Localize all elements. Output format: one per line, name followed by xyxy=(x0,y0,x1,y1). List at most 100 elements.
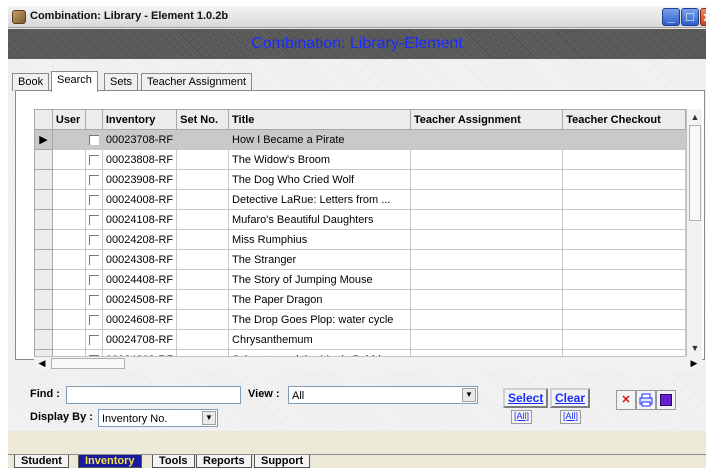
scroll-left-arrow-icon[interactable]: ◀ xyxy=(35,357,49,370)
tab-search[interactable]: Search xyxy=(51,71,98,92)
row-selector[interactable] xyxy=(34,229,53,250)
row-checkbox[interactable] xyxy=(88,214,99,225)
checkbox-cell xyxy=(84,229,103,250)
tab-teacher-assignment[interactable]: Teacher Assignment xyxy=(141,73,253,91)
row-checkbox[interactable] xyxy=(88,174,99,185)
table-row[interactable]: 00023808-RF The Widow's Broom xyxy=(34,149,686,170)
row-selector[interactable] xyxy=(34,289,53,310)
teacher-checkout-cell xyxy=(562,329,686,350)
table-row[interactable]: 00024508-RF The Paper Dragon xyxy=(34,289,686,310)
row-checkbox[interactable] xyxy=(88,194,99,205)
title-cell: The Paper Dragon xyxy=(228,289,411,310)
clear-all-button[interactable]: [All] xyxy=(560,410,582,424)
column-header-title[interactable]: Title xyxy=(228,109,411,130)
teacher-checkout-cell xyxy=(562,289,686,310)
find-input[interactable] xyxy=(66,386,241,404)
inventory-cell: 00024608-RF xyxy=(101,309,178,330)
table-row[interactable]: 00024208-RF Miss Rumphius xyxy=(34,229,686,250)
tab-book[interactable]: Book xyxy=(12,73,50,91)
user-cell xyxy=(51,129,86,150)
row-checkbox[interactable] xyxy=(88,294,99,305)
close-button[interactable]: x xyxy=(700,8,706,26)
row-selector[interactable] xyxy=(34,169,53,190)
title-cell: Mufaro's Beautiful Daughters xyxy=(228,209,411,230)
horizontal-scrollbar[interactable]: ◀ xyxy=(34,356,686,370)
row-checkbox[interactable] xyxy=(88,334,99,345)
inventory-cell: 00024708-RF xyxy=(101,329,178,350)
select-button[interactable]: Select xyxy=(503,388,549,408)
column-header-teacher-assignment[interactable]: Teacher Assignment xyxy=(409,109,564,130)
table-row[interactable]: 00024008-RF Detective LaRue: Letters from… xyxy=(34,189,686,210)
column-header-set-no[interactable]: Set No. xyxy=(176,109,230,130)
set-no-cell xyxy=(176,249,230,270)
checkbox-cell xyxy=(84,309,103,330)
clear-button[interactable]: Clear xyxy=(550,388,591,408)
teacher-assignment-cell xyxy=(409,189,564,210)
vertical-scrollbar[interactable]: ▲ ▼ xyxy=(686,109,702,356)
column-header-inventory[interactable]: Inventory xyxy=(101,109,178,130)
row-checkbox[interactable] xyxy=(88,154,99,165)
set-no-cell xyxy=(176,309,230,330)
title-cell: Miss Rumphius xyxy=(228,229,411,250)
row-selector[interactable] xyxy=(34,189,53,210)
table-row[interactable]: 00024308-RF The Stranger xyxy=(34,249,686,270)
chevron-down-icon[interactable]: ▼ xyxy=(462,388,476,402)
table-row[interactable]: 00024608-RF The Drop Goes Plop: water cyc… xyxy=(34,309,686,330)
row-selector[interactable] xyxy=(34,249,53,270)
set-no-cell xyxy=(176,269,230,290)
vertical-scroll-thumb[interactable] xyxy=(689,125,701,221)
title-bar[interactable]: Combination: Library - Element 1.0.2b _ … xyxy=(8,6,706,28)
tab-sets[interactable]: Sets xyxy=(104,73,139,91)
row-selector[interactable] xyxy=(34,329,53,350)
title-cell: The Dog Who Cried Wolf xyxy=(228,169,411,190)
column-header-user[interactable]: User xyxy=(51,109,86,130)
scroll-right-arrow-icon[interactable]: ▶ xyxy=(686,356,702,370)
column-header-checkbox[interactable] xyxy=(84,109,103,130)
row-checkbox[interactable] xyxy=(88,314,99,325)
delete-icon[interactable]: ✕ xyxy=(616,390,636,410)
row-checkbox[interactable] xyxy=(88,234,99,245)
row-selector[interactable] xyxy=(34,269,53,290)
teacher-checkout-cell xyxy=(562,129,686,150)
select-all-button[interactable]: [All] xyxy=(511,410,533,424)
inventory-cell: 00024408-RF xyxy=(101,269,178,290)
row-selector[interactable] xyxy=(34,149,53,170)
row-selector[interactable] xyxy=(34,309,53,330)
scroll-down-arrow-icon[interactable]: ▼ xyxy=(688,341,702,355)
inventory-cell: 00024308-RF xyxy=(101,249,178,270)
nav-tab-tools[interactable]: Tools xyxy=(152,455,195,468)
column-header-teacher-checkout[interactable]: Teacher Checkout xyxy=(562,109,686,130)
table-row[interactable]: 00024108-RF Mufaro's Beautiful Daughters xyxy=(34,209,686,230)
horizontal-scroll-thumb[interactable] xyxy=(51,358,125,369)
scroll-up-arrow-icon[interactable]: ▲ xyxy=(688,110,702,124)
row-checkbox[interactable] xyxy=(88,274,99,285)
nav-tab-support[interactable]: Support xyxy=(254,455,311,468)
row-selector-header xyxy=(34,109,53,130)
print-icon[interactable] xyxy=(636,390,656,410)
user-cell xyxy=(51,309,86,330)
color-swatch-icon[interactable] xyxy=(656,390,676,410)
nav-tab-student[interactable]: Student xyxy=(14,455,69,468)
table-row[interactable]: 00024408-RF The Story of Jumping Mouse xyxy=(34,269,686,290)
minimize-button[interactable]: _ xyxy=(662,8,680,26)
display-by-select[interactable]: Inventory No. ▼ xyxy=(98,409,218,427)
user-cell xyxy=(51,149,86,170)
teacher-assignment-cell xyxy=(409,209,564,230)
table-row[interactable]: 00024708-RF Chrysanthemum xyxy=(34,329,686,350)
table-row[interactable]: ▶ 00023708-RF How I Became a Pirate xyxy=(34,129,686,150)
chevron-down-icon[interactable]: ▼ xyxy=(202,411,216,425)
maximize-button[interactable]: □ xyxy=(681,8,699,26)
row-checkbox[interactable] xyxy=(88,254,99,265)
nav-tab-inventory[interactable]: Inventory xyxy=(78,455,142,468)
row-selector[interactable] xyxy=(34,209,53,230)
nav-tab-reports[interactable]: Reports xyxy=(196,455,252,468)
teacher-checkout-cell xyxy=(562,249,686,270)
view-select[interactable]: All ▼ xyxy=(288,386,478,404)
user-cell xyxy=(51,249,86,270)
row-checkbox[interactable] xyxy=(88,134,99,145)
teacher-assignment-cell xyxy=(409,289,564,310)
row-selector[interactable]: ▶ xyxy=(34,129,53,150)
table-row[interactable]: 00023908-RF The Dog Who Cried Wolf xyxy=(34,169,686,190)
title-cell: How I Became a Pirate xyxy=(228,129,411,150)
display-by-select-value: Inventory No. xyxy=(102,413,168,425)
